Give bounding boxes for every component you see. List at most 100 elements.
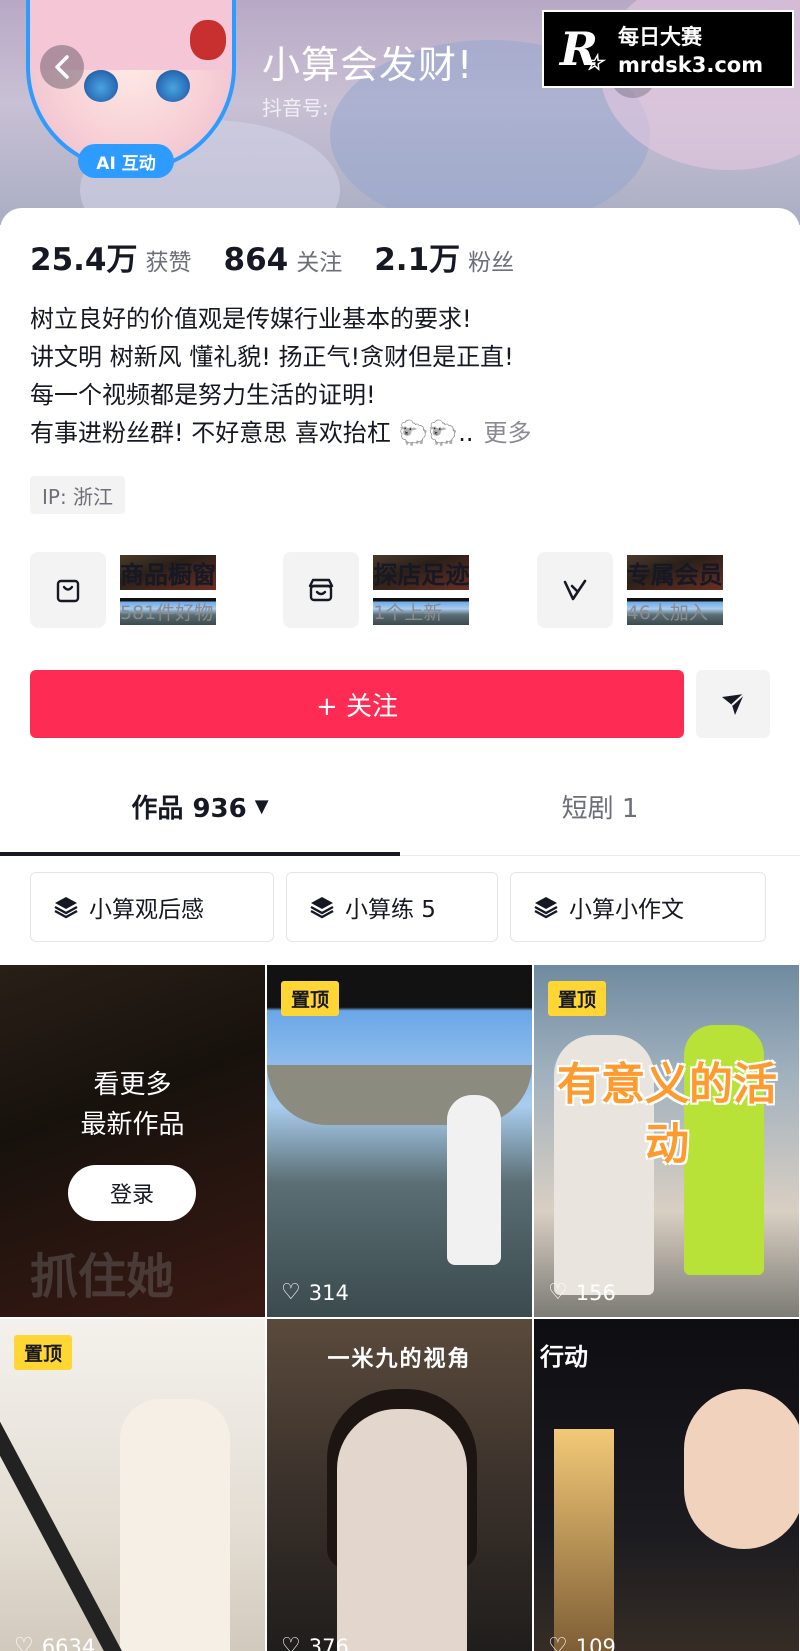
like-count-value: 156 [575,1280,616,1305]
video-tile[interactable]: 置顶 ♡ 314 [267,965,532,1317]
video-thumb-art [554,1429,614,1651]
heart-icon: ♡ [548,1634,568,1651]
back-button[interactable] [40,45,84,89]
service-title: 商品橱窗 [120,555,216,590]
profile-bio: 树立良好的价值观是传媒行业基本的要求! 讲文明 树新风 懂礼貌! 扬正气!贪财但… [30,300,770,452]
like-count-value: 376 [308,1634,349,1651]
bio-line: 树立良好的价值观是传媒行业基本的要求! [30,305,472,333]
heart-icon: ♡ [281,1634,301,1651]
video-thumb-art [684,1389,799,1549]
service-title: 探店足迹 [373,555,470,590]
stat-value: 864 [223,242,289,278]
profile-stats: 25.4万 获赞 864 关注 2.1万 粉丝 [30,234,546,279]
service-membership[interactable]: 专属会员 46人加入 [536,552,790,628]
like-count-value: 109 [575,1634,616,1651]
service-store-visits[interactable]: 探店足迹 1个上新 [283,552,536,628]
tab-label: 作品 936 [131,793,247,824]
bio-more-link[interactable]: 更多 [484,419,532,447]
service-icon-box [536,552,613,628]
service-subtitle: 581件好物 [120,598,216,625]
video-grid: 抓住她 看更多 最新作品 登录 置顶 ♡ 314 有意义的活动 置顶 ♡ 156… [0,965,800,1651]
stat-value: 25.4万 [30,242,138,278]
video-tile[interactable]: 一米九的视角 ♡ 376 [267,1319,532,1651]
see-more-text: 看更多 最新作品 [0,1065,265,1145]
profile-nickname: 小算会发财! [262,43,474,87]
active-tab-indicator [0,852,400,856]
stat-value: 2.1万 [374,242,461,278]
bag-icon [56,579,80,603]
site-watermark: R ☆ 每日大赛 mrdsk3.com [542,10,794,88]
bio-line-last: 有事进粉丝群! 不好意思 喜欢抬杠 🐑🐑.. 更多 [30,414,770,452]
shop-icon [309,578,334,602]
video-tile[interactable]: 有意义的活动 置顶 ♡ 156 [534,965,799,1317]
watermark-url: mrdsk3.com [618,53,764,77]
service-title: 专属会员 [626,555,723,590]
follow-button[interactable]: + 关注 [30,670,684,738]
bio-line: 每一个视频都是努力生活的证明! [30,381,376,409]
send-icon [722,693,745,715]
service-icon-box [30,552,106,628]
stat-likes[interactable]: 25.4万 获赞 [30,234,192,279]
like-count: ♡ 6634 [14,1634,95,1651]
avatar-bow [190,20,226,60]
like-count: ♡ 109 [548,1634,616,1651]
ai-interact-badge[interactable]: AI 互动 [78,144,174,178]
bio-line: 讲文明 树新风 懂礼貌! 扬正气!贪财但是正直! [30,343,514,371]
tab-short-drama[interactable]: 短剧 1 [400,756,800,856]
stat-label: 粉丝 [468,250,515,276]
like-count: ♡ 314 [281,1280,349,1305]
collection-label: 小算练 5 [345,897,436,923]
watermark-name: 每日大赛 [618,25,702,49]
heart-icon: ♡ [548,1280,568,1305]
like-count-value: 314 [308,1280,349,1305]
like-count: ♡ 376 [281,1634,349,1651]
heart-icon: ♡ [14,1634,34,1651]
stat-following[interactable]: 864 关注 [224,242,343,278]
profile-card: 25.4万 获赞 864 关注 2.1万 粉丝 树立良好的价值观是传媒行业基本的… [0,208,800,1651]
video-thumb-art [337,1409,467,1651]
video-tile[interactable]: 行动 ♡ 109 [534,1319,799,1651]
layers-icon [310,897,334,919]
avatar-eye [156,70,190,102]
layers-icon [534,897,558,919]
service-subtitle: 46人加入 [626,598,723,625]
service-icon-box [283,552,360,628]
like-count-value: 6634 [41,1634,96,1651]
watermark-logo: R ☆ [544,14,614,84]
pinned-badge: 置顶 [548,981,607,1016]
content-tabs: 作品 936 ▼ 短剧 1 [0,756,800,856]
collection-chips: 小算观后感 小算练 5 小算小作文 [30,872,794,942]
service-shop-window[interactable]: 商品橱窗 581件好物 [30,552,283,628]
video-thumb-art [447,1095,501,1265]
stat-followers[interactable]: 2.1万 粉丝 [374,234,514,279]
pinned-badge: 置顶 [281,981,340,1016]
collection-label: 小算观后感 [89,897,204,923]
stat-label: 获赞 [145,250,192,276]
stat-label: 关注 [296,250,343,276]
login-button[interactable]: 登录 [68,1165,196,1221]
douyin-id: 抖音号: [262,96,329,120]
video-tile[interactable]: 置顶 ♡ 6634 [0,1319,265,1651]
video-thumb-art [120,1399,230,1651]
video-thumb-art [0,1392,126,1651]
tab-works[interactable]: 作品 936 ▼ [0,756,400,856]
see-more-line: 看更多 [93,1070,172,1100]
collection-label: 小算小作文 [569,897,684,923]
layers-icon [54,897,78,919]
see-more-line: 最新作品 [80,1110,185,1140]
chevron-left-icon [55,55,69,79]
collection-chip[interactable]: 小算练 5 [286,872,498,942]
like-count: ♡ 156 [548,1280,616,1305]
collection-chip[interactable]: 小算观后感 [30,872,274,942]
caret-down-icon: ▼ [254,795,269,817]
video-tile-login-prompt[interactable]: 抓住她 看更多 最新作品 登录 [0,965,265,1317]
collection-chip[interactable]: 小算小作文 [510,872,766,942]
avatar-eye [84,70,118,102]
video-overlay-title: 有意义的活动 [557,1059,777,1170]
video-caption: 行动 [540,1343,588,1371]
pinned-badge: 置顶 [14,1335,73,1370]
share-button[interactable] [696,670,770,738]
star-icon: ☆ [584,50,604,76]
service-subtitle: 1个上新 [373,598,470,625]
vip-icon [563,579,586,601]
